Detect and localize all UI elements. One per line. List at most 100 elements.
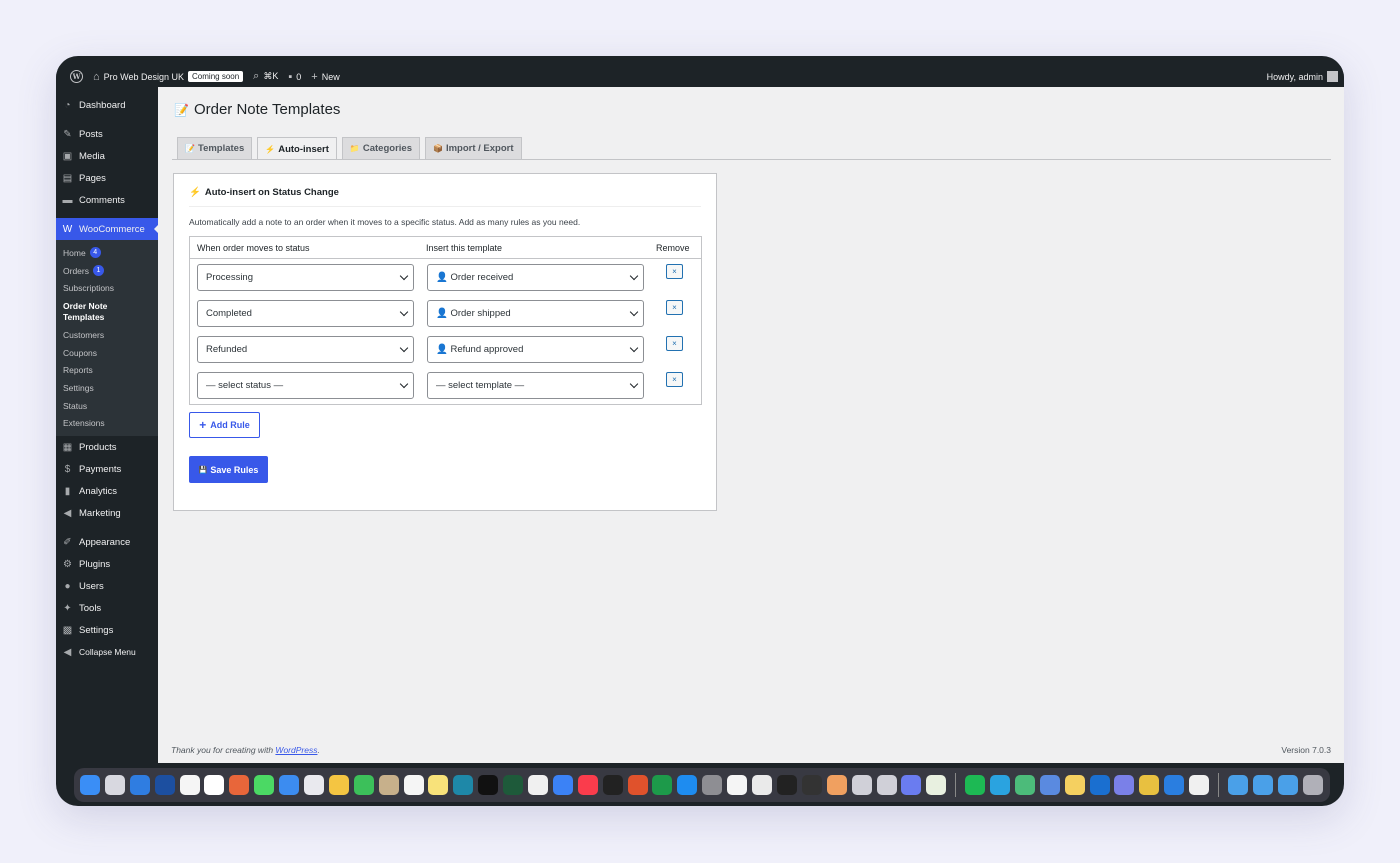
remove-rule-button[interactable]: × (666, 372, 683, 387)
sidebar-item-media[interactable]: ▣ Media (56, 145, 158, 167)
submenu-item-subscriptions[interactable]: Subscriptions (56, 279, 158, 297)
folder-icon[interactable] (1277, 775, 1298, 795)
app-icon[interactable] (528, 775, 549, 795)
folder-icon[interactable] (1252, 775, 1273, 795)
sidebar-item-products[interactable]: ▦ Products (56, 436, 158, 458)
app-icon[interactable] (826, 775, 847, 795)
music-icon[interactable] (577, 775, 598, 795)
app-icon[interactable] (752, 775, 773, 795)
status-select[interactable]: Completed (197, 300, 414, 327)
finder-icon[interactable] (80, 775, 100, 795)
account-menu[interactable]: Howdy, admin (1267, 66, 1338, 87)
notes-icon[interactable] (428, 775, 449, 795)
screenshot-icon[interactable] (776, 775, 797, 795)
tab-import-export[interactable]: 📦 Import / Export (424, 137, 522, 159)
stocks-icon[interactable] (801, 775, 822, 795)
status-select[interactable]: Processing (197, 264, 414, 291)
template-select[interactable]: — select template — (427, 372, 644, 399)
submenu-item-extensions[interactable]: Extensions (56, 415, 158, 433)
editor-icon[interactable] (627, 775, 648, 795)
wordpress-logo-button[interactable]: W (70, 70, 83, 83)
folder-icon[interactable] (1227, 775, 1248, 795)
add-rule-button[interactable]: + Add Rule (189, 412, 260, 438)
sidebar-item-payments[interactable]: $ Payments (56, 458, 158, 480)
vscode-icon[interactable] (1164, 775, 1185, 795)
mail-icon[interactable] (279, 775, 300, 795)
sidebar-item-plugins[interactable]: ⚙ Plugins (56, 553, 158, 575)
1password-icon[interactable] (1089, 775, 1110, 795)
app-icon[interactable] (851, 775, 872, 795)
status-select[interactable]: Refunded (197, 336, 414, 363)
submenu-item-coupons[interactable]: Coupons (56, 344, 158, 362)
safari-icon[interactable] (129, 775, 150, 795)
chrome-icon[interactable] (1189, 775, 1210, 795)
app-icon[interactable] (1014, 775, 1035, 795)
tab-templates[interactable]: 📝 Templates (177, 137, 253, 159)
comments-link[interactable]: ▪ 0 (288, 71, 301, 83)
terminal-icon[interactable] (602, 775, 623, 795)
wordpress-link[interactable]: WordPress (275, 745, 317, 755)
app-icon[interactable] (901, 775, 922, 795)
contacts-icon[interactable] (378, 775, 399, 795)
command-palette-button[interactable]: ⌕ ⌘K (253, 70, 278, 83)
facetime-icon[interactable] (353, 775, 374, 795)
app-icon[interactable] (926, 775, 947, 795)
submenu-item-settings[interactable]: Settings (56, 379, 158, 397)
sidebar-item-settings[interactable]: ▩ Settings (56, 619, 158, 641)
sidebar-item-users[interactable]: ● Users (56, 575, 158, 597)
remove-rule-button[interactable]: × (666, 336, 683, 351)
sidebar-item-analytics[interactable]: ▮ Analytics (56, 480, 158, 502)
app-icon[interactable] (876, 775, 897, 795)
sidebar-item-marketing[interactable]: ◀ Marketing (56, 502, 158, 524)
app-icon[interactable] (1064, 775, 1085, 795)
system-settings-icon[interactable] (702, 775, 723, 795)
activity-monitor-icon[interactable] (503, 775, 524, 795)
sidebar-item-posts[interactable]: ✎ Posts (56, 123, 158, 145)
maps-icon[interactable] (304, 775, 325, 795)
collapse-menu-button[interactable]: ◀ Collapse Menu (56, 641, 158, 663)
claude-icon[interactable] (229, 775, 250, 795)
submenu-item-status[interactable]: Status (56, 397, 158, 415)
submenu-item-order-note-templates[interactable]: Order Note Templates (56, 297, 158, 326)
app-icon[interactable] (1039, 775, 1060, 795)
submenu-item-home[interactable]: Home 4 (56, 244, 158, 262)
sidebar-item-appearance[interactable]: ✐ Appearance (56, 531, 158, 553)
remove-rule-button[interactable]: × (666, 300, 683, 315)
shortcuts-icon[interactable] (552, 775, 573, 795)
submenu-item-orders[interactable]: Orders 1 (56, 262, 158, 280)
new-content-button[interactable]: + New (311, 71, 339, 83)
spotify-icon[interactable] (965, 775, 986, 795)
sidebar-item-pages[interactable]: ▤ Pages (56, 167, 158, 189)
chatgpt-icon[interactable] (204, 775, 225, 795)
remove-rule-button[interactable]: × (666, 264, 683, 279)
app-icon[interactable] (1114, 775, 1135, 795)
numbers-icon[interactable] (652, 775, 673, 795)
status-select[interactable]: — select status — (197, 372, 414, 399)
app-store-icon[interactable] (677, 775, 698, 795)
sidebar-item-woocommerce[interactable]: W WooCommerce (56, 218, 159, 240)
mail-send-icon[interactable] (154, 775, 175, 795)
app-icon[interactable] (727, 775, 748, 795)
app-icon[interactable] (1139, 775, 1160, 795)
sidebar-item-comments[interactable]: ▬ Comments (56, 189, 158, 211)
telegram-icon[interactable] (989, 775, 1010, 795)
tab-categories[interactable]: 📁 Categories (341, 137, 420, 159)
messages-icon[interactable] (254, 775, 275, 795)
freeform-icon[interactable] (453, 775, 474, 795)
site-name-link[interactable]: ⌂ Pro Web Design UK Coming soon (93, 71, 244, 83)
template-select[interactable]: 👤 Refund approved (427, 336, 644, 363)
reminders-icon[interactable] (403, 775, 424, 795)
template-select[interactable]: 👤 Order received (427, 264, 644, 291)
tab-auto-insert[interactable]: ⚡ Auto-insert (257, 137, 337, 160)
photos-icon[interactable] (328, 775, 349, 795)
calendar-icon[interactable] (179, 775, 200, 795)
trash-icon[interactable] (1302, 775, 1323, 795)
submenu-item-reports[interactable]: Reports (56, 361, 158, 379)
save-rules-button[interactable]: 💾 Save Rules (189, 456, 268, 483)
submenu-item-customers[interactable]: Customers (56, 326, 158, 344)
sidebar-item-dashboard[interactable]: ◔ Dashboard (56, 94, 158, 116)
apple-tv-icon[interactable] (478, 775, 499, 795)
launchpad-icon[interactable] (104, 775, 125, 795)
sidebar-item-tools[interactable]: ✦ Tools (56, 597, 158, 619)
template-select[interactable]: 👤 Order shipped (427, 300, 644, 327)
